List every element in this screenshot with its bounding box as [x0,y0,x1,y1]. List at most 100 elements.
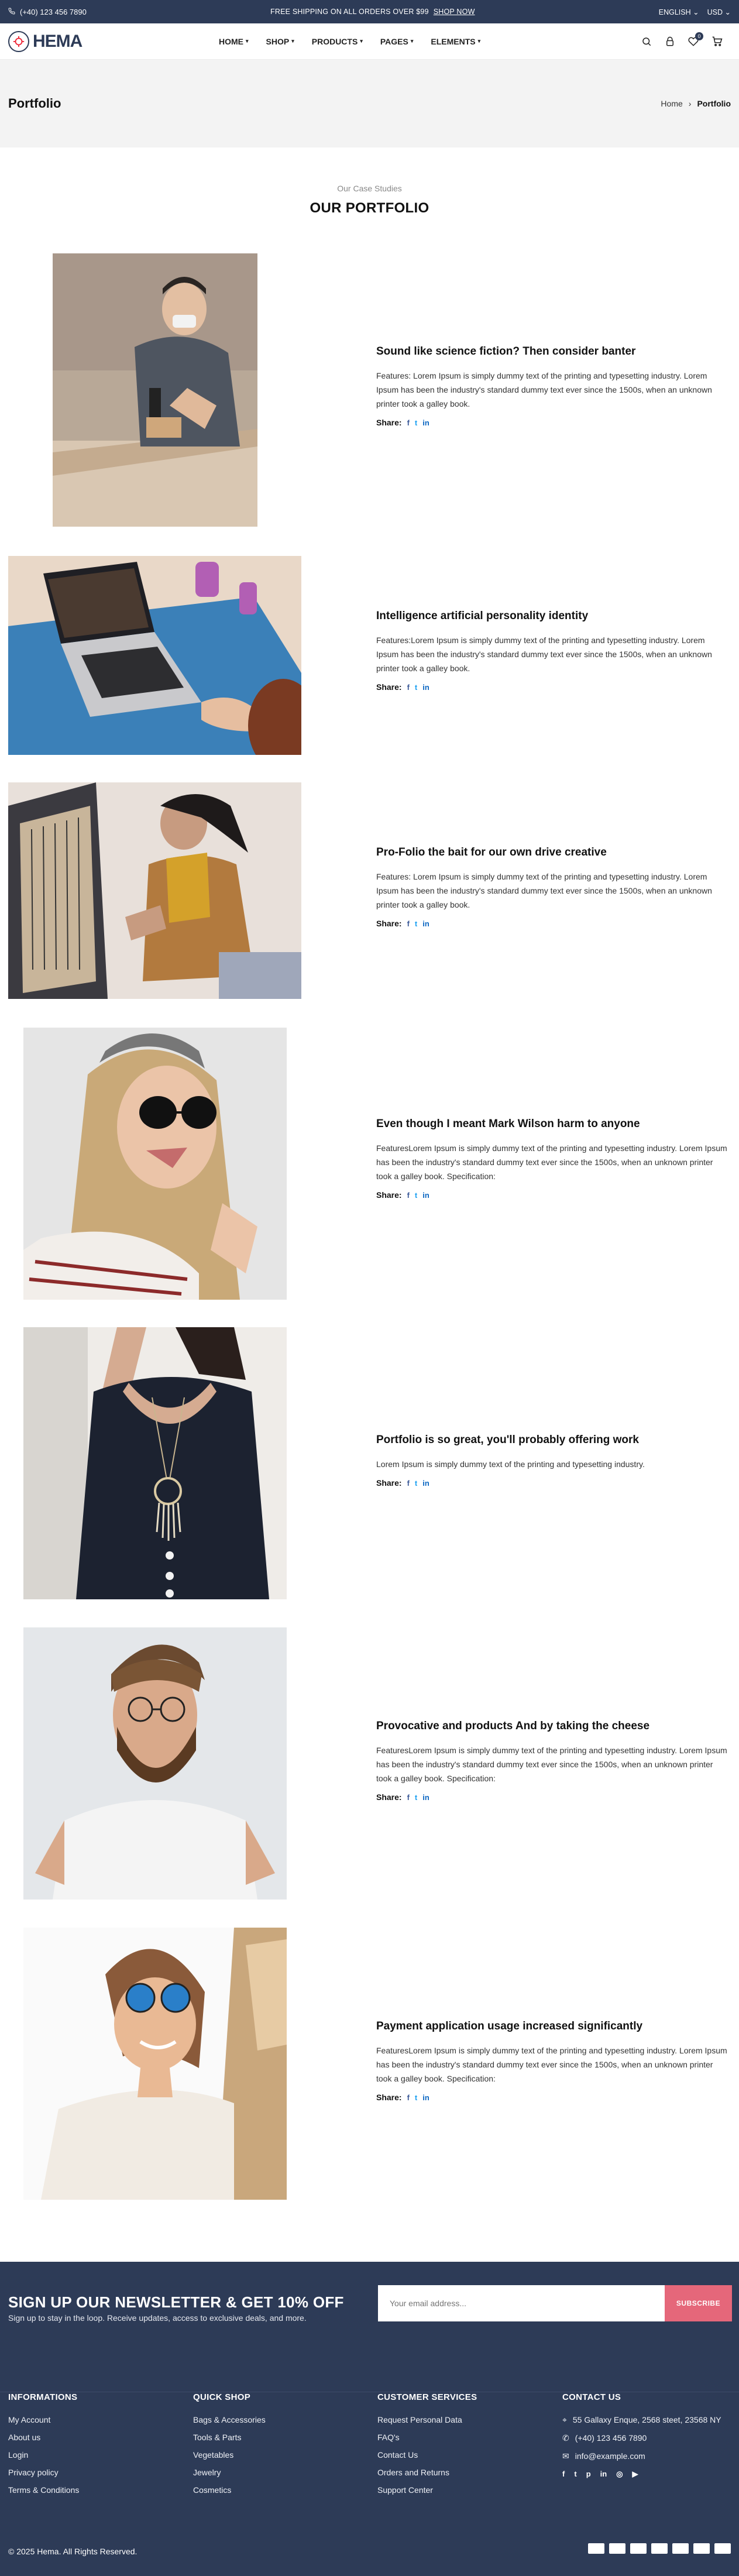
footer-heading: QUICK SHOP [193,2392,251,2402]
portfolio-image-7[interactable] [23,1928,287,2200]
share-row: Share: f t in [376,919,727,928]
portfolio-image-5[interactable] [23,1327,287,1599]
contact-email[interactable]: ✉ info@example.com [562,2451,732,2461]
portfolio-title[interactable]: Even though I meant Mark Wilson harm to … [376,1118,727,1131]
portfolio-title[interactable]: Pro-Folio the bait for our own drive cre… [376,846,727,859]
nav-home[interactable]: HOME ▾ [219,37,249,46]
twitter-icon[interactable]: t [415,1479,417,1488]
footer-link[interactable]: Login [8,2450,79,2460]
newsletter-section: SIGN UP OUR NEWSLETTER & GET 10% OFF Sig… [0,2262,739,2392]
portfolio-title[interactable]: Provocative and products And by taking t… [376,1720,727,1733]
portfolio-text-6: Provocative and products And by taking t… [376,1720,727,1802]
portfolio-image-2[interactable] [8,556,301,755]
linkedin-icon[interactable]: in [422,1191,429,1200]
portfolio-description: FeaturesLorem Ipsum is simply dummy text… [376,2046,727,2083]
footer-link[interactable]: Terms & Conditions [8,2485,79,2495]
share-label: Share: [376,1478,402,1488]
linkedin-icon[interactable]: in [422,418,429,427]
facebook-icon[interactable]: f [407,418,410,427]
section-subtitle: Our Case Studies [337,184,402,193]
pinterest-icon[interactable]: p [586,2469,591,2479]
search-icon[interactable] [641,36,652,47]
footer-link[interactable]: Privacy policy [8,2468,79,2477]
facebook-icon[interactable]: f [407,1793,410,1802]
breadcrumb-current: Portfolio [697,99,731,108]
portfolio-description: Lorem Ipsum is simply dummy text of the … [376,1459,645,1469]
facebook-icon[interactable]: f [407,1479,410,1488]
linkedin-icon[interactable]: in [422,683,429,692]
breadcrumb-home[interactable]: Home [661,99,682,108]
contact-phone[interactable]: ✆ (+40) 123 456 7890 [562,2433,732,2443]
cart-icon[interactable] [711,36,723,47]
language-label: ENGLISH [658,8,691,16]
facebook-icon[interactable]: f [407,1191,410,1200]
user-icon[interactable] [664,36,676,47]
twitter-icon[interactable]: t [415,2093,417,2102]
nav-shop[interactable]: SHOP ▾ [266,37,294,46]
share-label: Share: [376,418,402,427]
portfolio-title[interactable]: Intelligence artificial personality iden… [376,610,727,623]
chevron-down-icon: ▾ [477,38,481,44]
facebook-icon[interactable]: f [562,2469,565,2479]
nav-pages[interactable]: PAGES ▾ [380,37,414,46]
footer-link[interactable]: My Account [8,2415,79,2424]
share-label: Share: [376,1190,402,1200]
footer-heading: CONTACT US [562,2392,621,2402]
topbar-phone[interactable]: (+40) 123 456 7890 [8,8,87,16]
logo[interactable]: HEMA [8,30,83,52]
share-row: Share: f t in [376,1190,727,1200]
footer-link[interactable]: Support Center [377,2485,477,2495]
maestro-icon [693,2543,710,2554]
twitter-icon[interactable]: t [415,1191,417,1200]
twitter-icon[interactable]: t [415,418,417,427]
topbar-phone-text: (+40) 123 456 7890 [20,7,87,16]
portfolio-title[interactable]: Portfolio is so great, you'll probably o… [376,1434,727,1447]
shop-now-link[interactable]: SHOP NOW [434,8,475,16]
footer-link[interactable]: Orders and Returns [377,2468,477,2477]
footer-link[interactable]: Vegetables [193,2450,266,2460]
facebook-icon[interactable]: f [407,919,410,928]
footer-link[interactable]: Tools & Parts [193,2433,266,2442]
main-nav: HOME ▾ SHOP ▾ PRODUCTS ▾ PAGES ▾ ELEMENTS ▾ [219,37,480,46]
footer-col-quick-shop: QUICK SHOP Bags & Accessories Tools & Pa… [193,2392,266,2503]
facebook-icon[interactable]: f [407,683,410,692]
instagram-icon[interactable]: ◎ [616,2469,623,2479]
chevron-down-icon: ⌄ [693,8,699,16]
twitter-icon[interactable]: t [415,683,417,692]
linkedin-icon[interactable]: in [422,1793,429,1802]
footer-link[interactable]: Contact Us [377,2450,477,2460]
portfolio-image-4[interactable] [23,1028,287,1300]
footer: INFORMATIONS My Account About us Login P… [0,2392,739,2576]
linkedin-icon[interactable]: in [600,2469,607,2479]
portfolio-title[interactable]: Sound like science fiction? Then conside… [376,345,727,358]
twitter-icon[interactable]: t [415,1793,417,1802]
portfolio-image-3[interactable] [8,782,301,999]
footer-col-contact: CONTACT US ⌖ 55 Gallaxy Enque, 2568 stee… [562,2392,732,2479]
currency-label: USD [707,8,723,16]
footer-link[interactable]: Request Personal Data [377,2415,477,2424]
linkedin-icon[interactable]: in [422,1479,429,1488]
nav-products[interactable]: PRODUCTS ▾ [312,37,363,46]
twitter-icon[interactable]: t [574,2469,576,2479]
footer-link[interactable]: Cosmetics [193,2485,266,2495]
portfolio-title[interactable]: Payment application usage increased sign… [376,2020,727,2033]
wishlist-icon[interactable]: 0 [688,32,703,47]
footer-link[interactable]: About us [8,2433,79,2442]
portfolio-image-6[interactable] [23,1627,287,1900]
newsletter-email-input[interactable] [378,2285,665,2321]
amex-icon [651,2543,668,2554]
footer-link[interactable]: Jewelry [193,2468,266,2477]
currency-selector[interactable]: USD ⌄ [707,8,731,16]
youtube-icon[interactable]: ▶ [633,2469,638,2479]
linkedin-icon[interactable]: in [422,2093,429,2102]
facebook-icon[interactable]: f [407,2093,410,2102]
nav-elements[interactable]: ELEMENTS ▾ [431,37,480,46]
portfolio-image-1[interactable] [53,253,257,527]
language-selector[interactable]: ENGLISH ⌄ [659,8,699,16]
linkedin-icon[interactable]: in [422,919,429,928]
footer-link[interactable]: FAQ's [377,2433,477,2442]
twitter-icon[interactable]: t [415,919,417,928]
footer-link[interactable]: Bags & Accessories [193,2415,266,2424]
portfolio-section-head: Our Case Studies OUR PORTFOLIO [0,184,739,217]
subscribe-button[interactable]: SUBSCRIBE [665,2285,732,2321]
